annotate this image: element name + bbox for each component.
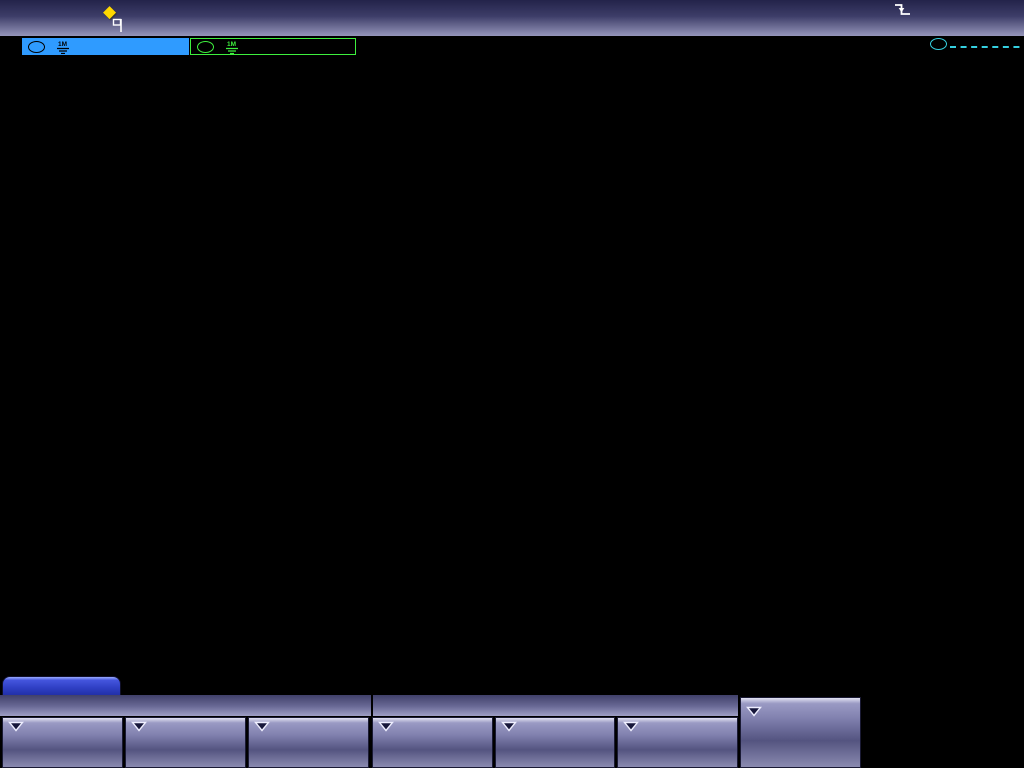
- dropdown-triangle-icon: [746, 706, 762, 717]
- softkey-utility[interactable]: [740, 697, 861, 768]
- file-tab[interactable]: [2, 676, 121, 695]
- dropdown-triangle-icon: [8, 721, 24, 732]
- dropdown-triangle-icon: [501, 721, 517, 732]
- dropdown-triangle-icon: [254, 721, 270, 732]
- menu-group-speichern-label: [0, 695, 371, 716]
- dropdown-triangle-icon: [378, 721, 394, 732]
- waveform-display: [0, 0, 1024, 768]
- softkey-oeffnen-andere[interactable]: [617, 717, 738, 768]
- dropdown-triangle-icon: [623, 721, 639, 732]
- softkey-speichern-andere[interactable]: [248, 717, 369, 768]
- oscilloscope-screen: ◆ 1M 1M: [0, 0, 1024, 768]
- dropdown-triangle-icon: [131, 721, 147, 732]
- softkey-oeffnen-kurvenform[interactable]: [372, 717, 493, 768]
- softkey-speichern-setup[interactable]: [125, 717, 246, 768]
- menu-group-oeffnen-label: [373, 695, 738, 716]
- softkey-oeffnen-setup[interactable]: [495, 717, 615, 768]
- softkey-speichern-kurvenform[interactable]: [2, 717, 123, 768]
